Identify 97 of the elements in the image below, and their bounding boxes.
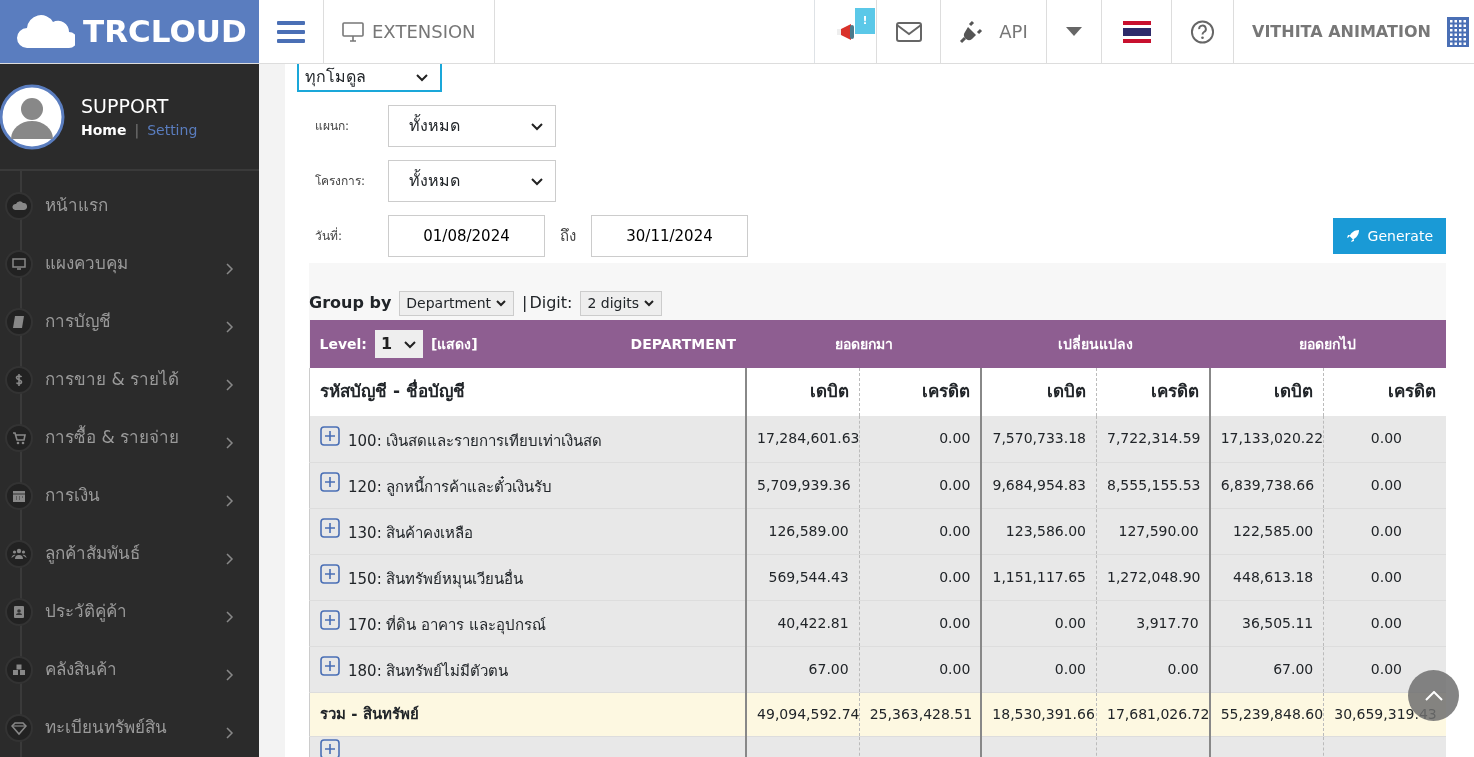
amount-cell: 0.00 [1167,660,1199,677]
column-header: เดบิต [809,381,849,402]
group-by-select[interactable]: Department [399,290,515,316]
amount-cell: 122,585.00 [1233,522,1314,539]
amount-cell: 17,133,020.22 [1220,430,1324,447]
amount-cell: 17,284,601.63 [757,430,860,447]
date-from-field[interactable]: 01/08/2024 [388,215,545,257]
amount-cell: 0.00 [939,660,971,677]
column-group-header: ยอดยกมา [834,335,893,352]
amount-cell: 40,422.81 [777,614,849,631]
module-select[interactable]: ทุกโมดูล [297,64,442,92]
notification-badge: ! [855,8,875,34]
separator: | [522,292,528,314]
amount-cell: 0.00 [1370,660,1402,677]
amount-cell: 0.00 [939,476,971,493]
amount-cell: 123,586.00 [1005,522,1086,539]
link-separator: | [134,121,140,141]
amount-cell: 9,684,954.83 [992,476,1086,493]
amount-cell: 5,709,939.36 [757,476,851,493]
amount-cell: 0.00 [939,430,971,447]
extension-button[interactable]: EXTENSION [324,0,495,63]
sidebar-item[interactable]: การซื้อ & รายจ่าย [0,409,259,467]
dimension-header: DEPARTMENT [630,334,737,354]
amount-cell: 0.00 [1370,522,1402,539]
amount-cell: 0.00 [1370,614,1402,631]
account-name: 130: สินค้าคงเหลือ [348,522,474,544]
amount-cell: 7,722,314.59 [1107,430,1201,447]
field-label: โครงการ: [314,173,367,190]
sidebar-link[interactable]: Setting [147,120,198,142]
amount-cell: 1,272,048.90 [1107,568,1201,585]
amount-cell: 55,239,848.60 [1220,705,1324,722]
account-name: 180: สินทรัพย์ไม่มีตัวตน [348,660,509,682]
amount-cell: 36,505.11 [1242,614,1314,631]
sidebar-item[interactable]: การบัญชี [0,293,259,351]
sidebar-item[interactable]: ประวัติคู่ค้า [0,583,259,641]
amount-cell: 8,555,155.53 [1107,476,1201,493]
amount-cell: 448,613.18 [1233,568,1314,585]
field-label: แผนก: [314,118,351,135]
sidebar-item[interactable]: ลูกค้าสัมพันธ์ [0,525,259,583]
column-header: เครดิต [922,381,971,402]
department-select[interactable]: ทั้งหมด [388,105,556,147]
logo-text: TRCLOUD [83,12,247,52]
digit-select[interactable]: 2 digits [580,290,663,316]
column-group-header: ยอดยกไป [1299,335,1357,352]
sidebar-item[interactable]: หน้าแรก [0,177,259,235]
amount-cell: 126,589.00 [768,522,849,539]
sidebar-item[interactable]: คลังสินค้า [0,641,259,699]
user-name: SUPPORT [81,93,170,119]
account-name: 150: สินทรัพย์หมุนเวียนอื่น [348,568,524,591]
column-group-header: เปลี่ยนแปลง [1058,335,1133,352]
sidebar-link[interactable]: Home [81,120,127,142]
column-header: เครดิต [1388,381,1436,402]
column-header: เดบิต [1047,381,1086,402]
account-name: 170: ที่ดิน อาคาร และอุปกรณ์ [348,614,546,637]
generate-button[interactable]: Generate [1332,218,1446,254]
amount-cell: 3,917.70 [1136,614,1199,631]
account-name: 100: เงินสดและรายการเทียบเท่าเงินสด [348,430,603,452]
level-label: Level: [319,334,367,354]
field-label: วันที่: [314,227,344,245]
amount-cell: 0.00 [1054,660,1086,677]
amount-cell: 67.00 [808,660,849,677]
amount-cell: 18,530,391.66 [992,705,1095,722]
level-select[interactable]: 1 [374,330,423,358]
api-button[interactable]: API [941,0,1047,63]
logo[interactable]: TRCLOUD [0,0,259,63]
sidebar-item[interactable]: ทะเบียนทรัพย์สิน [0,699,259,757]
amount-cell: 0.00 [939,522,971,539]
digit-label: Digit: [529,292,573,314]
amount-cell: 0.00 [1370,568,1402,585]
to-label: ถึง [560,225,576,247]
amount-cell: 7,570,733.18 [992,430,1086,447]
amount-cell: 25,363,428.51 [869,705,973,722]
sidebar-item[interactable]: แผงควบคุม [0,235,259,293]
amount-cell: 0.00 [939,568,971,585]
amount-cell: 0.00 [939,614,971,631]
sidebar-item[interactable]: การขาย & รายได้ [0,351,259,409]
company-button[interactable]: VITHITA ANIMATION [1234,0,1474,63]
amount-cell: 49,094,592.74 [757,705,860,722]
sidebar-item[interactable]: การเงิน [0,467,259,525]
amount-cell: 569,544.43 [768,568,849,585]
total-label: รวม - สินทรัพย์ [320,703,419,725]
amount-cell: 67.00 [1273,660,1314,677]
column-header: เครดิต [1150,381,1199,402]
amount-cell: 127,590.00 [1118,522,1199,539]
amount-cell: 0.00 [1370,476,1402,493]
show-link[interactable]: [แสดง] [430,333,478,355]
project-select[interactable]: ทั้งหมด [388,160,556,202]
group-by-label: Group by [309,292,392,314]
amount-cell: 1,151,117.65 [992,568,1086,585]
amount-cell: 0.00 [1054,614,1086,631]
amount-cell: 0.00 [1370,430,1402,447]
column-header: รหัสบัญชี - ชื่อบัญชี [320,381,465,402]
date-to-field[interactable]: 30/11/2024 [591,215,748,257]
amount-cell: 6,839,738.66 [1220,476,1315,493]
amount-cell: 17,681,026.72 [1107,705,1210,722]
column-header: เดบิต [1274,381,1314,402]
account-name: 120: ลูกหนี้การค้าและตั๋วเงินรับ [348,475,553,498]
